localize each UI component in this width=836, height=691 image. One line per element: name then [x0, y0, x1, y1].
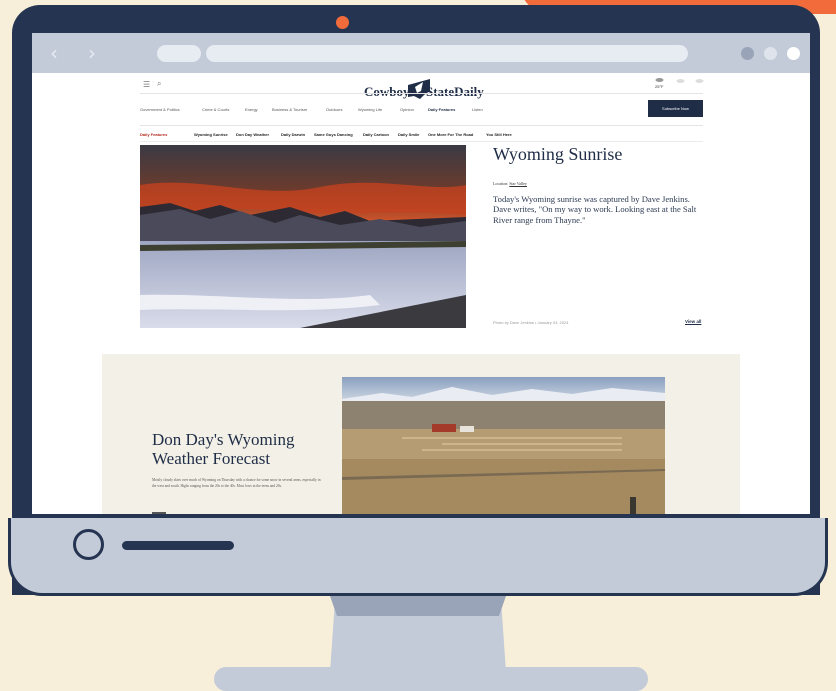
address-bar[interactable] [206, 45, 688, 62]
subnav-one-more-for-the-road[interactable]: One More For The Road [428, 132, 473, 137]
read-more-bar[interactable] [152, 512, 166, 514]
subnav-divider [140, 141, 703, 142]
nav-daily-features[interactable]: Daily Features [428, 107, 455, 112]
monitor-chin [8, 518, 828, 596]
power-button-icon[interactable] [73, 529, 104, 560]
nav-opinion[interactable]: Opinion [400, 107, 414, 112]
weather-title: Don Day's Wyoming Weather Forecast [152, 430, 295, 468]
window-control-dot[interactable] [787, 47, 800, 60]
site-logo[interactable]: Cowboy StateDaily [364, 79, 488, 101]
logo-text-left: Cowboy [364, 84, 410, 99]
subnav-you-still-here[interactable]: You Still Here [486, 132, 512, 137]
nav-business-tourism[interactable]: Business & Tourism [272, 107, 307, 112]
plains-photo[interactable] [342, 377, 665, 514]
tab-pill[interactable] [157, 45, 201, 62]
search-icon[interactable]: ⌕ [157, 79, 161, 89]
location-label: Location: [493, 181, 509, 186]
subnav-daily-smile[interactable]: Daily Smile [398, 132, 419, 137]
back-arrow-icon[interactable]: ‹ [50, 43, 58, 63]
nav-divider [140, 125, 703, 126]
location-link[interactable]: Star Valley [509, 181, 527, 186]
subnav-same-guys-dancing[interactable]: Same Guys Dancing [314, 132, 353, 137]
weather-widget[interactable]: 25°F [648, 76, 708, 90]
nav-crime-courts[interactable]: Crime & Courts [202, 107, 229, 112]
window-control-dot[interactable] [764, 47, 777, 60]
chin-slot [122, 541, 234, 550]
nav-listen[interactable]: Listen [472, 107, 483, 112]
photo-credit: Photo by Dave Jenkins • January 03, 2024 [493, 320, 569, 325]
subnav-daily-cartoon[interactable]: Daily Cartoon [363, 132, 389, 137]
hamburger-menu-icon[interactable]: ☰ [143, 80, 150, 89]
weather-description: Mostly cloudy skies over much of Wyoming… [152, 478, 321, 488]
cloud-icon [676, 79, 685, 83]
cloud-icon [655, 78, 664, 82]
neck-shadow [330, 596, 506, 616]
cloud-icon [695, 79, 704, 83]
hero-description: Today's Wyoming sunrise was captured by … [493, 194, 697, 225]
window-control-dot[interactable] [741, 47, 754, 60]
webcam-dot [336, 16, 349, 29]
forward-arrow-icon[interactable]: › [88, 43, 96, 63]
view-all-link[interactable]: View all [685, 319, 701, 324]
weather-temperature: 25°F [655, 84, 664, 89]
monitor-base [214, 667, 648, 691]
subnav-daily-features[interactable]: Daily Features [140, 132, 167, 137]
sunrise-photo[interactable] [140, 145, 466, 328]
subnav-daily-darwin[interactable]: Daily Darwin [281, 132, 305, 137]
location-row: Location: Star Valley [493, 181, 527, 186]
subscribe-button[interactable]: Subscribe Now [648, 100, 703, 117]
logo-text-right: StateDaily [426, 84, 484, 99]
browser-viewport: ☰ ⌕ Cowboy StateDaily 25°F Government & … [32, 73, 810, 514]
subnav-wyoming-sunrise[interactable]: Wyoming Sunrise [194, 132, 228, 137]
subnav-don-day-weather[interactable]: Don Day Weather [236, 132, 269, 137]
nav-energy[interactable]: Energy [245, 107, 258, 112]
hero-title: Wyoming Sunrise [493, 144, 623, 164]
nav-government-politics[interactable]: Government & Politics [140, 107, 180, 112]
header-divider [140, 93, 703, 94]
nav-wyoming-life[interactable]: Wyoming Life [358, 107, 382, 112]
nav-outdoors[interactable]: Outdoors [326, 107, 342, 112]
